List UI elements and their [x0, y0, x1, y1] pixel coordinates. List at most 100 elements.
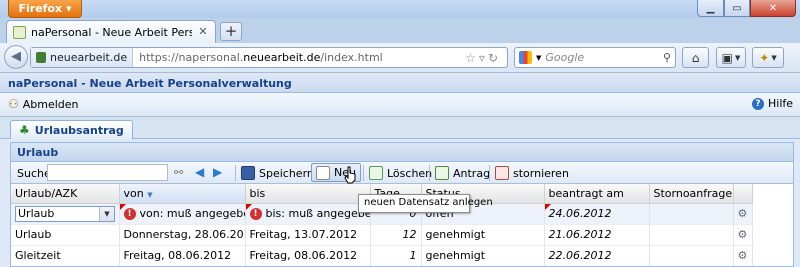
clear-search-icon[interactable]: ⚯	[174, 166, 183, 179]
plus-icon: +	[224, 22, 238, 40]
type-cell[interactable]: Urlaub ▼	[11, 203, 120, 225]
request-button[interactable]: Antrag	[435, 166, 490, 180]
help-label: Hilfe	[768, 97, 794, 110]
tab-urlaubsantrag[interactable]: ♣ Urlaubsantrag	[10, 120, 133, 139]
home-button[interactable]: ⌂	[682, 47, 709, 68]
von-cell[interactable]: !von: muß angegebe...	[119, 203, 246, 225]
storno-cell[interactable]	[649, 203, 734, 225]
help-button[interactable]: ? Hilfe	[752, 97, 793, 110]
validation-message: von: muß angegebe...	[139, 207, 245, 220]
edit-person-icon[interactable]: ⚙	[738, 207, 748, 220]
combo-value: Urlaub	[18, 206, 55, 220]
edit-person-icon[interactable]: ⚙	[738, 249, 748, 262]
row-action-cell[interactable]: ⚙	[733, 245, 753, 266]
days-cell[interactable]: 12	[370, 224, 422, 246]
requested-date-cell[interactable]: 24.06.2012	[544, 203, 650, 225]
form-icon	[435, 166, 449, 180]
search-placeholder: Google	[545, 51, 585, 64]
column-header-bis[interactable]: bis	[245, 184, 371, 204]
column-header-von[interactable]: von ▼	[119, 184, 246, 204]
greasemonkey-button[interactable]: ✦ ▼	[752, 47, 784, 68]
edit-person-icon[interactable]: ⚙	[738, 228, 748, 241]
column-header-actions	[733, 184, 753, 204]
bookmark-star-icon[interactable]: ☆	[465, 51, 479, 65]
status-cell[interactable]: genehmigt	[421, 224, 545, 246]
app-toolbar: ⚇ Abmelden ? Hilfe	[0, 93, 800, 117]
requested-date-cell[interactable]: 21.06.2012	[544, 224, 650, 246]
lock-icon	[36, 52, 46, 63]
search-label: Suche	[17, 167, 51, 180]
url-text[interactable]: https://napersonal.neuearbeit.de/index.h…	[133, 51, 465, 64]
panel-title: Urlaub	[11, 143, 793, 162]
addon-button[interactable]: ▣ ▼	[716, 47, 746, 68]
column-header-type[interactable]: Urlaub/AZK	[11, 184, 120, 204]
search-engine-dropdown-icon[interactable]: ▼	[536, 54, 541, 62]
cancel-document-icon	[495, 166, 509, 180]
column-header-storno[interactable]: Stornoanfrage	[649, 184, 734, 204]
minimize-button[interactable]: ▁	[697, 0, 724, 17]
von-cell[interactable]: Donnerstag, 28.06.2012	[119, 224, 246, 246]
bis-cell[interactable]: Freitag, 13.07.2012	[245, 224, 371, 246]
row-action-cell[interactable]: ⚙	[733, 224, 753, 246]
column-header-label: Stornoanfrage	[653, 186, 733, 200]
url-domain: neuearbeit.de	[243, 51, 321, 64]
status-cell[interactable]: genehmigt	[421, 245, 545, 266]
arrow-right-icon[interactable]: ▶	[213, 165, 222, 179]
magnifier-icon[interactable]: ⚲	[663, 51, 671, 64]
chevron-down-icon: ▼	[771, 53, 777, 62]
table-row[interactable]: Urlaub Donnerstag, 28.06.2012 Freitag, 1…	[11, 224, 753, 246]
storno-cell[interactable]	[649, 224, 734, 246]
row-action-cell[interactable]: ⚙	[733, 203, 753, 225]
von-cell[interactable]: Freitag, 08.06.2012	[119, 245, 246, 266]
column-header-beantragt[interactable]: beantragt am	[544, 184, 650, 204]
logout-button[interactable]: ⚇ Abmelden	[8, 97, 79, 111]
tab-title: naPersonal - Neue Arbeit Personalverwal.…	[31, 25, 192, 39]
column-header-label: von	[123, 186, 144, 200]
search-bar[interactable]: ▼ Google ⚲	[514, 47, 676, 68]
column-header-label: Urlaub/AZK	[15, 186, 78, 200]
type-cell[interactable]: Urlaub	[11, 224, 120, 246]
arrow-left-icon[interactable]: ◀	[195, 165, 204, 179]
floppy-disk-icon	[241, 166, 255, 180]
sort-desc-icon: ▼	[147, 190, 153, 199]
chevron-down-icon[interactable]: ▼	[99, 206, 114, 221]
close-tab-icon[interactable]: ✕	[197, 26, 209, 38]
chevron-down-icon: ▼	[734, 53, 741, 62]
type-combobox[interactable]: Urlaub ▼	[15, 205, 115, 222]
history-dropdown-icon[interactable]: ▿	[479, 51, 488, 65]
reload-icon[interactable]: ↻	[488, 51, 501, 65]
site-identity-button[interactable]: neuearbeit.de	[31, 48, 134, 67]
browser-titlebar: Firefox ▼ ▁ ▭ ✕	[0, 0, 800, 18]
new-tab-button[interactable]: +	[220, 22, 242, 41]
bis-cell[interactable]: !bis: muß angegebe...	[245, 203, 371, 225]
storno-cell[interactable]	[649, 245, 734, 266]
days-cell[interactable]: 1	[370, 245, 422, 266]
new-document-icon	[316, 165, 330, 180]
search-input[interactable]	[47, 164, 168, 181]
back-button[interactable]: ◀	[4, 45, 28, 69]
monkey-icon: ✦	[759, 50, 770, 65]
site-identity-label: neuearbeit.de	[50, 51, 128, 64]
browser-tab[interactable]: naPersonal - Neue Arbeit Personalverwal.…	[6, 20, 216, 43]
firefox-menu-button[interactable]: Firefox ▼	[8, 0, 82, 18]
bis-cell[interactable]: Freitag, 08.06.2012	[245, 245, 371, 266]
palm-tree-icon: ♣	[19, 123, 30, 137]
browser-tabstrip: naPersonal - Neue Arbeit Personalverwal.…	[0, 18, 800, 43]
cancel-request-label: stornieren	[513, 166, 569, 180]
arrow-left-icon: ◀	[11, 49, 21, 64]
url-bar[interactable]: neuearbeit.de https://napersonal.neuearb…	[30, 47, 508, 68]
requested-date-cell[interactable]: 22.06.2012	[544, 245, 650, 266]
table-row[interactable]: Gleitzeit Freitag, 08.06.2012 Freitag, 0…	[11, 245, 753, 266]
error-icon: !	[123, 207, 136, 220]
chevron-down-icon: ▼	[66, 4, 72, 13]
new-button-tooltip: neuen Datensatz anlegen	[358, 194, 493, 213]
google-icon[interactable]	[519, 51, 532, 64]
save-button[interactable]: Speichern	[241, 166, 314, 180]
delete-button[interactable]: Löschen	[369, 166, 432, 180]
close-window-button[interactable]: ✕	[750, 0, 796, 17]
tab-label: Urlaubsantrag	[34, 123, 124, 137]
type-cell[interactable]: Gleitzeit	[11, 245, 120, 266]
maximize-button[interactable]: ▭	[724, 0, 750, 17]
browser-navbar: ◀ neuearbeit.de https://napersonal.neuea…	[0, 43, 800, 73]
cancel-request-button[interactable]: stornieren	[495, 166, 569, 180]
